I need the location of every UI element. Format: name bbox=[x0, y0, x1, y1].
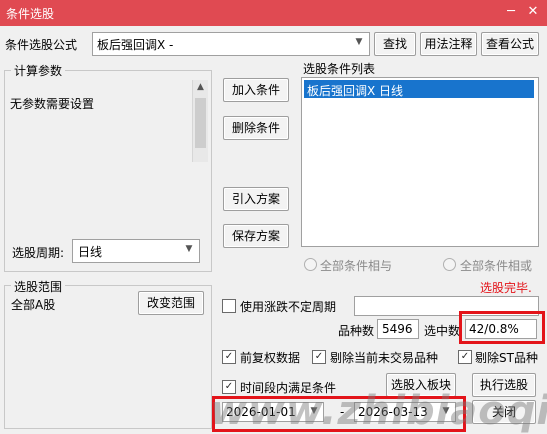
chevron-down-icon[interactable]: ▼ bbox=[351, 37, 367, 47]
no-params-text: 无参数需要设置 bbox=[10, 97, 95, 111]
title-bar: 条件选股 ─ ✕ bbox=[0, 0, 547, 26]
watermark: www.zhibiaoqi.com bbox=[210, 388, 547, 434]
status-text: 选股完毕. bbox=[480, 281, 532, 295]
all-and-label: 全部条件相与 bbox=[320, 259, 393, 273]
selected-label: 选中数 bbox=[424, 324, 461, 338]
period-select[interactable]: 日线 ▼ bbox=[72, 239, 200, 263]
stock-count-field: 5496 bbox=[377, 319, 419, 339]
formula-value: 板后强回调X - bbox=[97, 38, 174, 52]
condition-list-title: 选股条件列表 bbox=[303, 62, 376, 76]
stock-count-label: 品种数 bbox=[338, 324, 375, 338]
period-label: 选股周期: bbox=[12, 246, 65, 260]
scroll-up-icon[interactable]: ▲ bbox=[194, 82, 207, 92]
view-formula-button[interactable]: 查看公式 bbox=[481, 32, 539, 56]
delete-condition-button[interactable]: 删除条件 bbox=[223, 116, 289, 140]
exclude-untraded-label: 剔除当前未交易品种 bbox=[330, 351, 439, 365]
usage-notes-button[interactable]: 用法注释 bbox=[420, 32, 477, 56]
condition-list[interactable]: 板后强回调X 日线 bbox=[301, 77, 539, 247]
minimize-icon[interactable]: ─ bbox=[500, 2, 522, 22]
exclude-st-checkbox[interactable]: ✓ bbox=[458, 350, 472, 364]
change-range-button[interactable]: 改变范围 bbox=[138, 291, 204, 315]
condition-item-label: 板后强回调X 日线 bbox=[307, 84, 404, 98]
find-button[interactable]: 查找 bbox=[374, 32, 416, 56]
params-group-title: 计算参数 bbox=[11, 62, 66, 79]
window-title: 条件选股 bbox=[6, 7, 55, 21]
stock-count-value: 5496 bbox=[382, 322, 413, 336]
all-or-radio[interactable] bbox=[443, 258, 456, 271]
all-and-radio[interactable] bbox=[304, 258, 317, 271]
condition-list-item[interactable]: 板后强回调X 日线 bbox=[304, 80, 534, 98]
formula-label: 条件选股公式 bbox=[5, 38, 78, 52]
chevron-down-icon[interactable]: ▼ bbox=[181, 244, 197, 254]
formula-select[interactable]: 板后强回调X - ▼ bbox=[92, 32, 370, 56]
uncertain-period-checkbox[interactable] bbox=[222, 299, 236, 313]
exclude-st-label: 剔除ST品种 bbox=[475, 351, 538, 365]
params-scrollbar[interactable]: ▲ bbox=[192, 80, 208, 162]
import-plan-button[interactable]: 引入方案 bbox=[223, 187, 289, 211]
scrollbar-thumb[interactable] bbox=[195, 98, 206, 148]
range-value: 全部A股 bbox=[11, 298, 56, 312]
all-or-label: 全部条件相或 bbox=[460, 259, 533, 273]
close-icon[interactable]: ✕ bbox=[522, 2, 544, 22]
exclude-untraded-checkbox[interactable]: ✓ bbox=[312, 350, 326, 364]
add-condition-button[interactable]: 加入条件 bbox=[223, 78, 289, 102]
prior-rights-checkbox[interactable]: ✓ bbox=[222, 350, 236, 364]
uncertain-period-label: 使用涨跌不定周期 bbox=[240, 300, 337, 314]
range-group-title: 选股范围 bbox=[11, 278, 66, 295]
prior-rights-label: 前复权数据 bbox=[240, 351, 301, 365]
period-value: 日线 bbox=[78, 245, 103, 259]
selected-highlight-box bbox=[459, 311, 545, 344]
save-plan-button[interactable]: 保存方案 bbox=[223, 224, 289, 248]
